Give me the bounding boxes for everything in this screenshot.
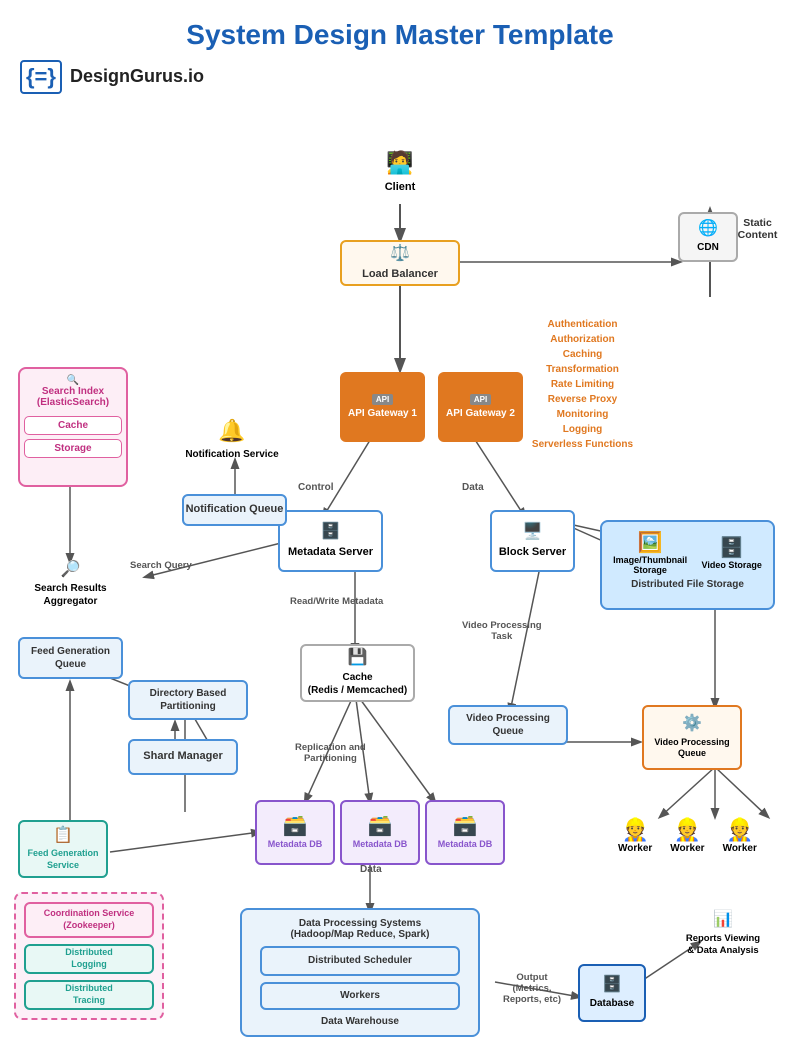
coord-service-label: Coordination Service (Zookeeper) [44, 908, 135, 931]
cdn-label: CDN [697, 241, 719, 254]
metadata-db2-node: 🗃️ Metadata DB [340, 800, 420, 865]
metadata-db3-label: Metadata DB [438, 839, 493, 851]
workers-row: 👷 Worker 👷 Worker 👷 Worker [618, 817, 757, 854]
worker1: 👷 Worker [618, 817, 652, 854]
notification-service-node: 🔔 Notification Service [182, 412, 282, 467]
block-server-node: 🖥️ Block Server [490, 510, 575, 572]
notification-queue-node: Notification Queue [182, 494, 287, 526]
search-index-box: 🔍 Search Index (ElasticSearch) Cache Sto… [18, 367, 128, 487]
feed-gen-service-node: 📋 Feed Generation Service [18, 820, 108, 878]
reports-label: Reports Viewing & Data Analysis [686, 933, 760, 958]
client-label: Client [385, 180, 416, 194]
load-balancer-label: Load Balancer [362, 267, 438, 281]
data-label-dw: Data [360, 864, 382, 875]
video-proc-queue2-label: Video Processing Queue [654, 737, 729, 760]
workers-inner-node: Workers [260, 982, 460, 1010]
static-content-label: Static Content [725, 217, 790, 241]
replication-label: Replication and Partitioning [295, 742, 366, 764]
dist-logging-node: Distributed Logging [24, 944, 154, 974]
feed-gen-queue-label: Feed Generation Queue [31, 645, 110, 671]
shard-manager-label: Shard Manager [143, 749, 222, 763]
brand-icon: {=} [20, 60, 62, 94]
metadata-server-label: Metadata Server [288, 545, 373, 559]
diagram: 🧑‍💻 Client ⚖️ Load Balancer 🌐 CDN Static… [0, 102, 800, 1012]
shard-manager-node: Shard Manager [128, 739, 238, 775]
dist-logging-label: Distributed Logging [65, 947, 113, 970]
block-server-label: Block Server [499, 545, 566, 559]
dist-scheduler-label: Distributed Scheduler [308, 954, 412, 967]
feed-gen-service-label: Feed Generation Service [27, 848, 98, 871]
video-proc-task-label: Video Processing Task [462, 620, 542, 642]
dist-scheduler-node: Distributed Scheduler [260, 946, 460, 976]
api-gateway-2: API API Gateway 2 [438, 372, 523, 442]
metadata-db1-node: 🗃️ Metadata DB [255, 800, 335, 865]
worker2: 👷 Worker [670, 817, 704, 854]
page-title: System Design Master Template [0, 0, 800, 56]
search-results-node: 🔎 Search Results Aggregator [18, 557, 123, 612]
storage-inner: Storage [24, 439, 122, 458]
cache-redis-node: 💾 Cache (Redis / Memcached) [300, 644, 415, 702]
dir-based-partitioning-node: Directory Based Partitioning [128, 680, 248, 720]
metadata-db3-node: 🗃️ Metadata DB [425, 800, 505, 865]
image-storage-node: 🖼️ Image/Thumbnail Storage [613, 530, 687, 575]
api-gateway-1: API API Gateway 1 [340, 372, 425, 442]
cache-inner: Cache [24, 416, 122, 435]
workers-inner-label: Workers [340, 989, 380, 1002]
metadata-db1-label: Metadata DB [268, 839, 323, 851]
search-query-label: Search Query [130, 560, 192, 571]
brand-name: DesignGurus.io [70, 66, 204, 87]
data-processing-label: Data Processing Systems (Hadoop/Map Redu… [250, 918, 470, 940]
metadata-db2-label: Metadata DB [353, 839, 408, 851]
read-write-label: Read/Write Metadata [290, 596, 383, 607]
video-proc-queue-node: Video Processing Queue [448, 705, 568, 745]
database-node: 🗄️ Database [578, 964, 646, 1022]
database-label: Database [590, 997, 634, 1010]
data-warehouse-box: Data Processing Systems (Hadoop/Map Redu… [240, 908, 480, 1037]
reports-node: 📊 Reports Viewing & Data Analysis [668, 902, 778, 967]
data-warehouse-label: Data Warehouse [250, 1016, 470, 1027]
metadata-server-node: 🗄️ Metadata Server [278, 510, 383, 572]
gateway-features: Authentication Authorization Caching Tra… [510, 317, 655, 452]
video-storage-node: 🗄️ Video Storage [701, 535, 761, 570]
search-index-title: 🔍 Search Index (ElasticSearch) [20, 369, 126, 412]
client-node: 🧑‍💻 Client [365, 142, 435, 202]
notif-queue-label: Notification Queue [186, 502, 284, 516]
worker3: 👷 Worker [723, 817, 757, 854]
brand-bar: {=} DesignGurus.io [0, 56, 800, 102]
video-proc-queue-label: Video Processing Queue [466, 712, 550, 738]
feed-gen-queue-node: Feed Generation Queue [18, 637, 123, 679]
dist-file-storage-box: 🖼️ Image/Thumbnail Storage 🗄️ Video Stor… [600, 520, 775, 610]
data-label: Data [462, 482, 484, 493]
dist-tracing-node: Distributed Tracing [24, 980, 154, 1010]
dir-part-label: Directory Based Partitioning [150, 687, 227, 713]
cache-redis-label: Cache (Redis / Memcached) [308, 671, 407, 697]
search-results-label: Search Results Aggregator [34, 582, 106, 608]
load-balancer-node: ⚖️ Load Balancer [340, 240, 460, 286]
notif-service-label: Notification Service [185, 448, 278, 461]
gateway2-label: API Gateway 2 [446, 407, 515, 420]
infra-services-box: Coordination Service (Zookeeper) Distrib… [14, 892, 164, 1020]
control-label: Control [298, 482, 334, 493]
dist-tracing-label: Distributed Tracing [65, 983, 113, 1006]
coord-service-node: Coordination Service (Zookeeper) [24, 902, 154, 938]
dist-file-label: Distributed File Storage [602, 579, 773, 594]
video-proc-queue2-node: ⚙️ Video Processing Queue [642, 705, 742, 770]
gateway1-label: API Gateway 1 [348, 407, 417, 420]
